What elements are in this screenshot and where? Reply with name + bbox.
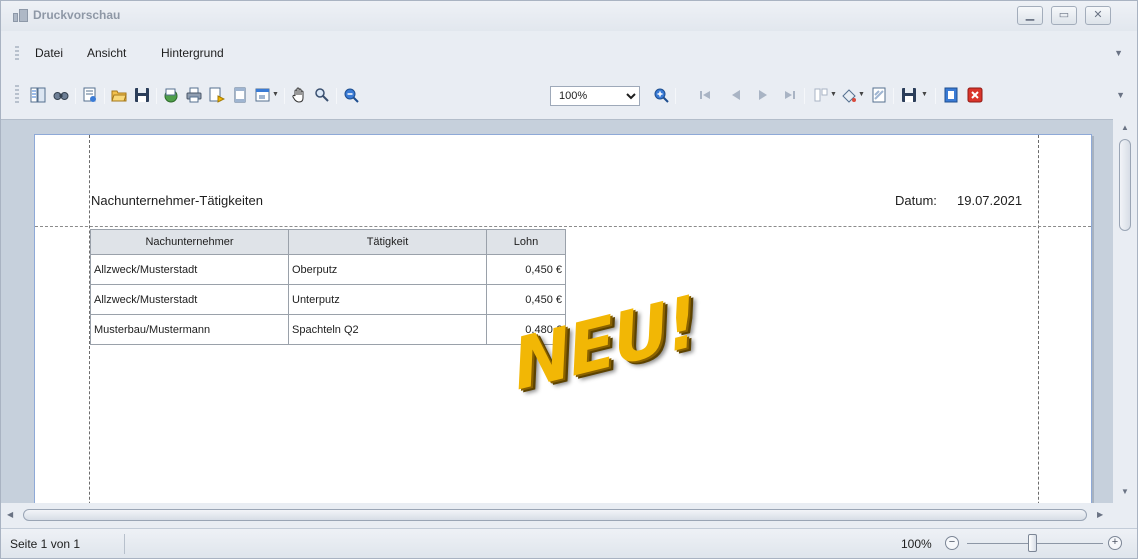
- save-icon[interactable]: [134, 87, 150, 103]
- cell-lohn: 0,450 €: [486, 254, 566, 285]
- vertical-scroll-thumb[interactable]: [1119, 139, 1131, 231]
- first-page-icon[interactable]: [697, 87, 713, 103]
- page-color-dropdown-icon[interactable]: ▼: [858, 91, 865, 98]
- menu-ansicht[interactable]: Ansicht: [85, 46, 128, 60]
- menu-datei[interactable]: Datei: [33, 46, 65, 60]
- send-icon[interactable]: [943, 87, 959, 103]
- cell-nachunternehmer: Musterbau/Mustermann: [90, 314, 289, 345]
- close-button[interactable]: ✕: [1085, 6, 1111, 25]
- print-preview-window: Druckvorschau ▁ ▭ ✕ Datei Ansicht Hinter…: [0, 0, 1138, 559]
- watermark-icon[interactable]: [871, 87, 887, 103]
- column-header-nachunternehmer: Nachunternehmer: [90, 229, 289, 255]
- menu-overflow-icon[interactable]: ▼: [1114, 48, 1123, 58]
- status-divider: [124, 534, 125, 554]
- open-icon[interactable]: [111, 87, 127, 103]
- report-date: 19.07.2021: [957, 193, 1023, 208]
- menu-grip[interactable]: [15, 46, 19, 62]
- toolbar-grip[interactable]: [15, 85, 19, 103]
- scroll-left-icon[interactable]: ◀: [7, 510, 13, 519]
- multiple-pages-dropdown-icon[interactable]: ▼: [830, 91, 837, 98]
- scale-icon[interactable]: [255, 87, 271, 103]
- header-footer-icon[interactable]: [232, 87, 248, 103]
- vertical-scrollbar[interactable]: ▲ ▼: [1113, 119, 1137, 503]
- document-map-icon[interactable]: [30, 87, 46, 103]
- minimize-button[interactable]: ▁: [1017, 6, 1043, 25]
- export-dropdown-icon[interactable]: ▼: [921, 91, 928, 98]
- zoom-slider-thumb[interactable]: [1028, 534, 1037, 552]
- magnifier-icon[interactable]: [314, 87, 330, 103]
- zoom-in-icon[interactable]: [653, 87, 669, 103]
- header-guide: [35, 226, 1091, 227]
- cell-nachunternehmer: Allzweck/Musterstadt: [90, 254, 289, 285]
- zoom-value: 100%: [901, 537, 932, 551]
- report-table: Nachunternehmer Tätigkeit Lohn Allzweck/…: [90, 229, 566, 345]
- zoom-in-button[interactable]: +: [1108, 536, 1122, 550]
- preview-area[interactable]: Nachunternehmer-Tätigkeiten Datum: 19.07…: [1, 119, 1113, 503]
- zoom-select[interactable]: 100%: [550, 86, 640, 106]
- cell-taetigkeit: Spachteln Q2: [288, 314, 487, 345]
- status-bar: Seite 1 von 1 100% − +: [1, 528, 1137, 558]
- horizontal-scroll-thumb[interactable]: [23, 509, 1087, 521]
- cell-lohn: 0,450 €: [486, 284, 566, 315]
- close-preview-icon[interactable]: [967, 87, 983, 103]
- parameters-icon[interactable]: [82, 87, 98, 103]
- app-icon: [13, 9, 29, 23]
- report-title: Nachunternehmer-Tätigkeiten: [91, 193, 263, 208]
- zoom-out-button[interactable]: −: [945, 536, 959, 550]
- menu-hintergrund[interactable]: Hintergrund: [159, 46, 226, 60]
- page-color-icon[interactable]: [841, 87, 857, 103]
- column-header-taetigkeit: Tätigkeit: [288, 229, 487, 255]
- scroll-up-icon[interactable]: ▲: [1121, 123, 1129, 132]
- report-date-label: Datum:: [895, 193, 937, 208]
- page-info: Seite 1 von 1: [10, 537, 81, 551]
- search-icon[interactable]: [53, 87, 69, 103]
- maximize-button[interactable]: ▭: [1051, 6, 1077, 25]
- table-row: Allzweck/Musterstadt Oberputz 0,450 €: [90, 254, 566, 285]
- window-title: Druckvorschau: [33, 8, 121, 22]
- cell-taetigkeit: Oberputz: [288, 254, 487, 285]
- scroll-down-icon[interactable]: ▼: [1121, 487, 1129, 496]
- margin-guide-right: [1038, 135, 1039, 503]
- horizontal-scrollbar[interactable]: ◀ ▶: [1, 503, 1113, 527]
- quick-print-icon[interactable]: [209, 87, 225, 103]
- previous-page-icon[interactable]: [728, 87, 744, 103]
- cell-taetigkeit: Unterputz: [288, 284, 487, 315]
- next-page-icon[interactable]: [755, 87, 771, 103]
- hand-tool-icon[interactable]: [291, 87, 307, 103]
- last-page-icon[interactable]: [782, 87, 798, 103]
- page-setup-icon[interactable]: [163, 87, 179, 103]
- toolbar-overflow-icon[interactable]: ▼: [1116, 90, 1125, 100]
- multiple-pages-icon[interactable]: [813, 87, 829, 103]
- zoom-out-icon[interactable]: [343, 87, 359, 103]
- table-row: Musterbau/Mustermann Spachteln Q2 0,480 …: [90, 314, 566, 345]
- export-icon[interactable]: [901, 87, 917, 103]
- toolbar: ▼ 100% ▼ ▼ ▼ ▼: [1, 79, 1137, 109]
- scroll-right-icon[interactable]: ▶: [1097, 510, 1103, 519]
- scale-dropdown-icon[interactable]: ▼: [272, 91, 279, 98]
- title-bar: Druckvorschau ▁ ▭ ✕: [1, 1, 1137, 31]
- column-header-lohn: Lohn: [486, 229, 566, 255]
- print-icon[interactable]: [186, 87, 202, 103]
- cell-nachunternehmer: Allzweck/Musterstadt: [90, 284, 289, 315]
- menu-bar: Datei Ansicht Hintergrund ▼: [15, 43, 1135, 65]
- table-row: Allzweck/Musterstadt Unterputz 0,450 €: [90, 284, 566, 315]
